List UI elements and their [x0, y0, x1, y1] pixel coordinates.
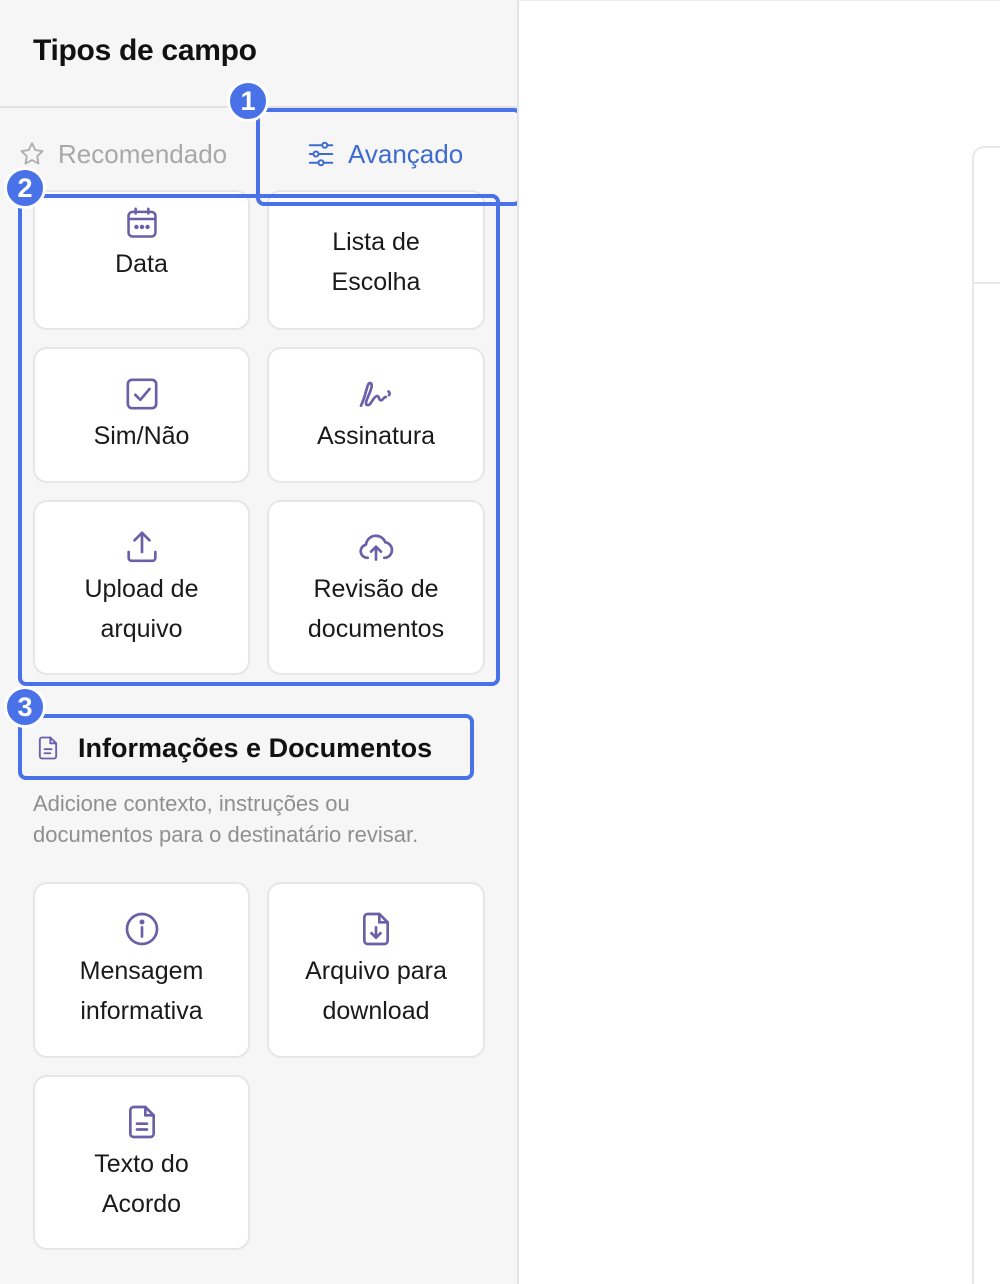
- field-card-info-message[interactable]: Mensagem informativa: [33, 882, 250, 1058]
- form-preview-panel: [972, 146, 1000, 1284]
- field-card-label: Arquivo para download: [305, 957, 447, 1025]
- canvas-top-border: [519, 0, 1000, 1]
- file-download-icon: [363, 912, 389, 946]
- divider: [974, 282, 1000, 284]
- field-types-sidebar: Tipos de campo Recomendado Avançado Data…: [0, 0, 519, 1284]
- tab-recommended[interactable]: Recomendado: [18, 132, 227, 176]
- info-icon: [125, 912, 158, 946]
- tab-recommended-label: Recomendado: [58, 138, 228, 169]
- star-icon: [20, 142, 44, 165]
- field-card-download-file[interactable]: Arquivo para download: [267, 882, 485, 1058]
- annotation-badge-2: 2: [4, 167, 46, 209]
- field-card-agreement-text[interactable]: Texto do Acordo: [33, 1075, 250, 1250]
- annotation-badge-3: 3: [4, 686, 46, 728]
- annotation-badge-1: 1: [227, 80, 269, 122]
- annotation-box-section: [18, 714, 474, 780]
- annotation-box-fields: [18, 194, 500, 686]
- sidebar-title: Tipos de campo: [33, 34, 257, 67]
- file-text-icon: [128, 1105, 155, 1138]
- field-card-label: Mensagem informativa: [79, 957, 204, 1025]
- info-section-description: Adicione contexto, instruções ou documen…: [33, 791, 419, 847]
- field-card-label: Texto do Acordo: [94, 1149, 189, 1218]
- annotation-box-tabs: [256, 108, 517, 206]
